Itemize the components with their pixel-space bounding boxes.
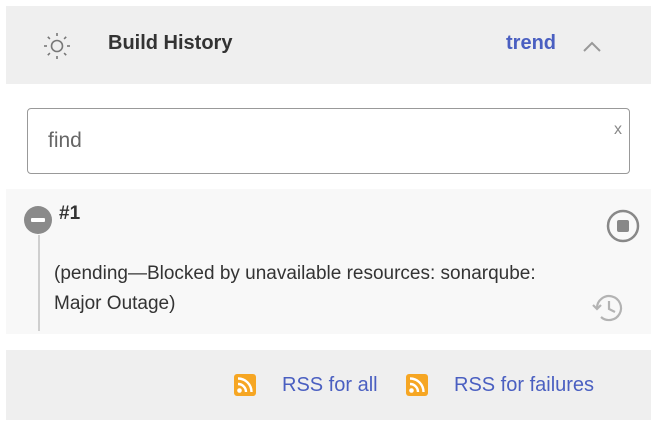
trend-link[interactable]: trend [506, 32, 556, 55]
build-history-header: Build History trend [6, 6, 651, 84]
search-input[interactable] [48, 127, 588, 155]
rss-icon[interactable] [234, 374, 256, 396]
search-box: x [27, 108, 630, 174]
build-pending-reason: (pending—Blocked by unavailable resource… [54, 263, 536, 314]
rss-all-link[interactable]: RSS for all [282, 374, 378, 397]
build-number-link[interactable]: #1 [59, 203, 80, 225]
build-row: #1 (pending—Blocked by unavailable resou… [6, 189, 651, 334]
build-history-footer: RSS for all RSS for failures [6, 350, 651, 420]
build-row-divider [38, 235, 40, 331]
clear-search-button[interactable]: x [614, 121, 622, 139]
rss-failures-link[interactable]: RSS for failures [454, 374, 594, 397]
history-icon[interactable] [588, 288, 628, 328]
build-history-icon [44, 33, 70, 59]
chevron-up-icon[interactable] [580, 36, 604, 56]
build-history-title: Build History [108, 32, 233, 54]
rss-icon[interactable] [406, 374, 428, 396]
status-ball-icon [24, 206, 52, 234]
abort-icon[interactable] [606, 209, 640, 243]
build-history-widget: Build History trend x #1 (pending—Blocke… [6, 6, 651, 420]
